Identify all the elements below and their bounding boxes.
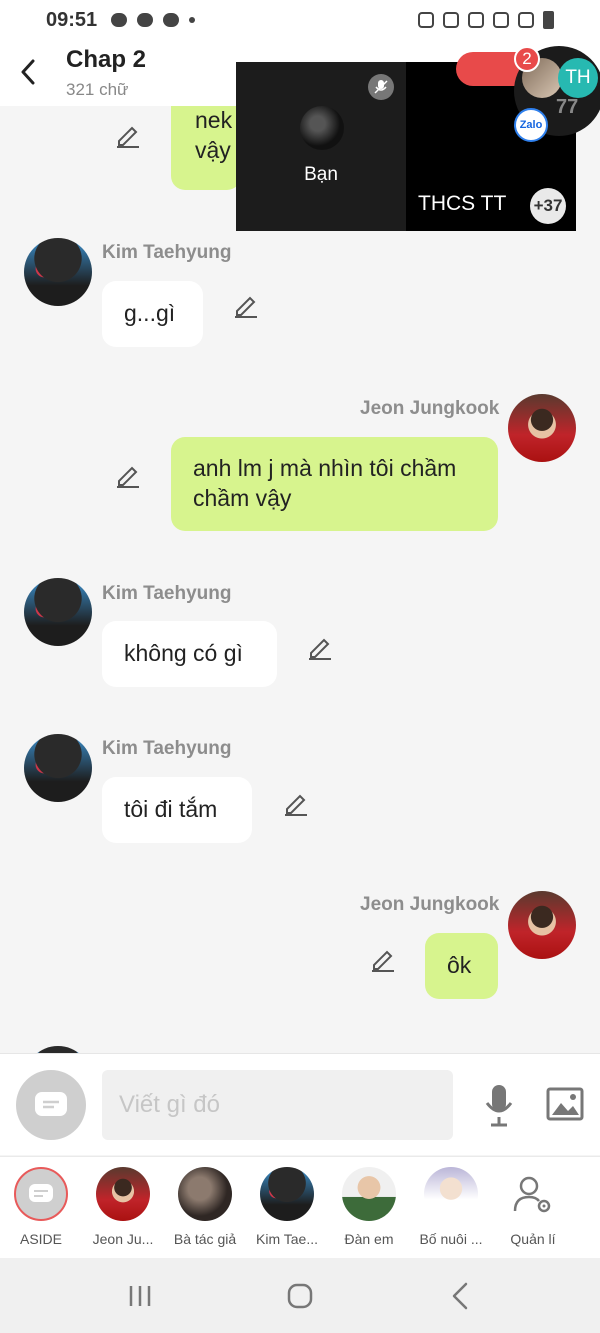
android-nav-bar (0, 1258, 600, 1333)
status-time: 09:51 (46, 8, 98, 31)
dot-icon (189, 17, 196, 23)
character-avatar (260, 1167, 314, 1221)
chat-bubble-icon (35, 1092, 67, 1116)
character-label: Bố nuôi ... (419, 1231, 483, 1247)
speaker-name: Jeon Jungkook (360, 894, 500, 915)
character-jeon-jungkook[interactable]: Jeon Ju... (82, 1157, 164, 1259)
message-bubble[interactable]: tôi đi tắm (102, 777, 252, 843)
avatar-kim-taehyung[interactable] (24, 578, 92, 646)
speaker-name: Kim Taehyung (102, 583, 232, 604)
self-avatar (300, 106, 344, 150)
message-text: không có gì (124, 640, 243, 667)
speaker-name: Jeon Jungkook (360, 398, 500, 419)
edit-pencil-icon[interactable] (232, 290, 260, 318)
aside-avatar (14, 1167, 68, 1221)
message-text: tôi đi tắm (124, 796, 218, 823)
avatar-jeon-jungkook[interactable] (508, 891, 576, 959)
message-text: ôk (447, 952, 472, 979)
call-participants-count[interactable]: +37 (530, 188, 566, 224)
avatar-kim-taehyung[interactable] (24, 1046, 92, 1053)
edit-pencil-icon[interactable] (114, 120, 142, 148)
edit-pencil-icon[interactable] (369, 944, 397, 972)
character-label: Bà tác giả (173, 1231, 237, 1247)
status-notification-icons (111, 13, 196, 27)
character-avatar (424, 1167, 478, 1221)
character-label: Đàn em (344, 1231, 394, 1247)
message-text: g...gì (124, 300, 176, 327)
notification-badge: 2 (514, 46, 540, 72)
message-bubble[interactable]: không có gì (102, 621, 277, 687)
back-icon (452, 1282, 468, 1309)
speaker-name: Kim Taehyung (102, 242, 232, 263)
message-bubble[interactable]: ôk (425, 933, 498, 999)
message-bubble[interactable]: g...gì (102, 281, 203, 347)
chat-bubble-icon (29, 1184, 53, 1202)
user-add-icon (163, 13, 180, 27)
status-system-icons (418, 11, 554, 29)
message-icon (111, 13, 128, 27)
call-group-name: THCS TT (418, 192, 507, 215)
battery-saver-icon (468, 12, 484, 28)
message-input[interactable] (102, 1070, 453, 1140)
status-bar: 09:51 (0, 0, 600, 40)
signal-icon (518, 12, 534, 28)
character-label: Jeon Ju... (92, 1231, 154, 1247)
call-self-tile: Bạn (236, 62, 406, 231)
avatar-kim-taehyung[interactable] (24, 238, 92, 306)
cloud-icon (137, 13, 154, 27)
word-count: 321 chữ (66, 80, 129, 99)
aside-toggle-button[interactable] (16, 1070, 86, 1140)
edit-pencil-icon[interactable] (282, 788, 310, 816)
character-author[interactable]: Bà tác giả (164, 1157, 246, 1259)
manage-icon (506, 1167, 560, 1221)
chevron-left-icon (21, 59, 35, 85)
character-avatar (342, 1167, 396, 1221)
battery-icon (543, 11, 554, 29)
manage-characters-button[interactable]: Quản lí (492, 1157, 574, 1259)
character-label: Quản lí (510, 1231, 556, 1247)
edit-pencil-icon[interactable] (306, 632, 334, 660)
zalo-count: 77 (556, 96, 579, 118)
home-icon (287, 1283, 313, 1308)
call-self-label: Bạn (304, 164, 338, 185)
recents-icon (129, 1285, 151, 1306)
character-bo-nuoi[interactable]: Bố nuôi ... (410, 1157, 492, 1259)
home-button[interactable] (280, 1276, 320, 1316)
microphone-icon (485, 1085, 513, 1127)
character-bar: ASIDE Jeon Ju... Bà tác giả Kim Tae... Đ… (0, 1156, 600, 1258)
zalo-contact-initials: TH (558, 58, 598, 98)
back-nav-button[interactable] (440, 1276, 480, 1316)
zalo-logo-icon: Zalo (514, 108, 548, 142)
character-label: ASIDE (19, 1231, 62, 1247)
edit-pencil-icon[interactable] (114, 460, 142, 488)
character-dan-em[interactable]: Đàn em (328, 1157, 410, 1259)
composer-bar (0, 1053, 600, 1155)
recents-button[interactable] (120, 1276, 160, 1316)
zalo-chat-head[interactable]: TH 77 2 Zalo (456, 44, 600, 142)
message-bubble[interactable]: anh lm j mà nhìn tôi chầm chầm vậy (171, 437, 498, 531)
microphone-button[interactable] (480, 1082, 518, 1128)
character-avatar (178, 1167, 232, 1221)
back-button[interactable] (14, 56, 42, 88)
character-kim-taehyung[interactable]: Kim Tae... (246, 1157, 328, 1259)
page-title: Chap 2 (66, 46, 147, 73)
mute-icon (443, 12, 459, 28)
wifi-icon (493, 12, 509, 28)
speaker-name: Kim Taehyung (102, 738, 232, 759)
image-icon[interactable] (546, 1086, 584, 1122)
character-aside[interactable]: ASIDE (0, 1157, 82, 1259)
message-bubble[interactable]: nek vậy (171, 106, 241, 190)
chat-area[interactable]: nek vậy Kim Taehyung g...gì Jeon Jungkoo… (0, 106, 600, 1053)
mic-off-icon[interactable] (368, 74, 394, 100)
message-text: anh lm j mà nhìn tôi chầm chầm vậy (193, 455, 457, 511)
alarm-icon (418, 12, 434, 28)
avatar-jeon-jungkook[interactable] (508, 394, 576, 462)
message-text: nek vậy (195, 107, 233, 163)
character-avatar (96, 1167, 150, 1221)
character-label: Kim Tae... (256, 1231, 318, 1247)
avatar-kim-taehyung[interactable] (24, 734, 92, 802)
